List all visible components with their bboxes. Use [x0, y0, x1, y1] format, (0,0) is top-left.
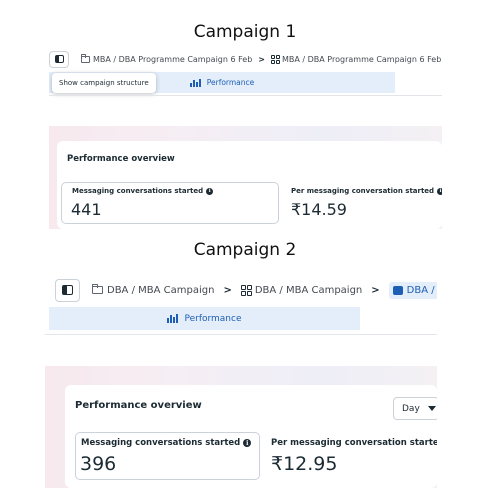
tooltip: Show campaign structure [52, 73, 156, 93]
performance-overview-card: Performance overview Day Messaging conve… [65, 385, 437, 488]
metric-label: Messaging conversations started i [81, 438, 252, 448]
metric-value: ₹14.59 [291, 200, 347, 219]
breadcrumb-ad-set[interactable]: MBA / DBA Programme Campaign 6 Feb [282, 55, 441, 64]
panel-icon [54, 55, 64, 63]
divider [45, 334, 437, 335]
date-range-value: Day [402, 403, 420, 414]
grid-icon [240, 284, 252, 296]
metric-label-text: Messaging conversations started [81, 438, 241, 448]
panel-toggle-button[interactable] [55, 278, 80, 302]
metric-label-text: Per messaging conversation started [291, 187, 435, 195]
breadcrumb: MBA / DBA Programme Campaign 6 Feb > MBA… [49, 50, 442, 68]
breadcrumb-ad[interactable]: DBA / MBA [388, 281, 437, 299]
tab-performance[interactable]: Performance [49, 307, 360, 330]
metric-label: Per messaging conversation started i [291, 187, 442, 195]
metric-label: Messaging conversations started i [72, 187, 214, 195]
tab-performance-label: Performance [206, 78, 255, 87]
metric-label-text: Per messaging conversation started [271, 438, 437, 448]
tab-performance-label: Performance [184, 313, 242, 324]
breadcrumb-separator: > [371, 284, 380, 296]
metric-value: ₹12.95 [271, 453, 338, 475]
campaign-2-heading: Campaign 2 [193, 240, 297, 260]
breadcrumb-campaign[interactable]: DBA / MBA Campaign [107, 285, 214, 296]
breadcrumb-separator: > [258, 54, 265, 64]
breadcrumb: DBA / MBA Campaign > DBA / MBA Campaign … [45, 278, 437, 302]
panel-toggle-button[interactable] [49, 50, 69, 68]
folder-icon [92, 284, 103, 294]
panel-icon [62, 285, 73, 295]
bar-chart-icon [189, 78, 201, 87]
performance-overview-card: Performance overview Messaging conversat… [57, 141, 442, 229]
ad-icon [392, 285, 403, 295]
metric-label-text: Messaging conversations started [72, 187, 204, 195]
overview-title: Performance overview [67, 154, 175, 164]
breadcrumb-ad-set[interactable]: DBA / MBA Campaign [255, 285, 362, 296]
breadcrumb-separator: > [223, 284, 232, 296]
folder-icon [81, 53, 90, 63]
info-icon[interactable]: i [243, 439, 252, 447]
divider [49, 95, 442, 96]
info-icon[interactable]: i [206, 187, 214, 195]
grid-icon [271, 54, 280, 64]
info-icon[interactable]: i [437, 187, 442, 195]
bar-chart-icon [167, 314, 179, 323]
breadcrumb-ad-label: DBA / MBA [406, 284, 437, 296]
breadcrumb-campaign[interactable]: MBA / DBA Programme Campaign 6 Feb [93, 55, 252, 64]
campaign-1-screenshot: MBA / DBA Programme Campaign 6 Feb > MBA… [49, 46, 442, 229]
chevron-down-icon [427, 406, 436, 411]
metric-value: 441 [71, 200, 102, 219]
campaign-1-heading: Campaign 1 [193, 22, 297, 42]
metric-value: 396 [80, 453, 117, 475]
metric-label: Per messaging conversation started i [271, 438, 437, 448]
overview-title: Performance overview [75, 400, 202, 411]
campaign-2-screenshot: DBA / MBA Campaign > DBA / MBA Campaign … [45, 274, 437, 488]
date-range-select[interactable]: Day [393, 397, 437, 420]
